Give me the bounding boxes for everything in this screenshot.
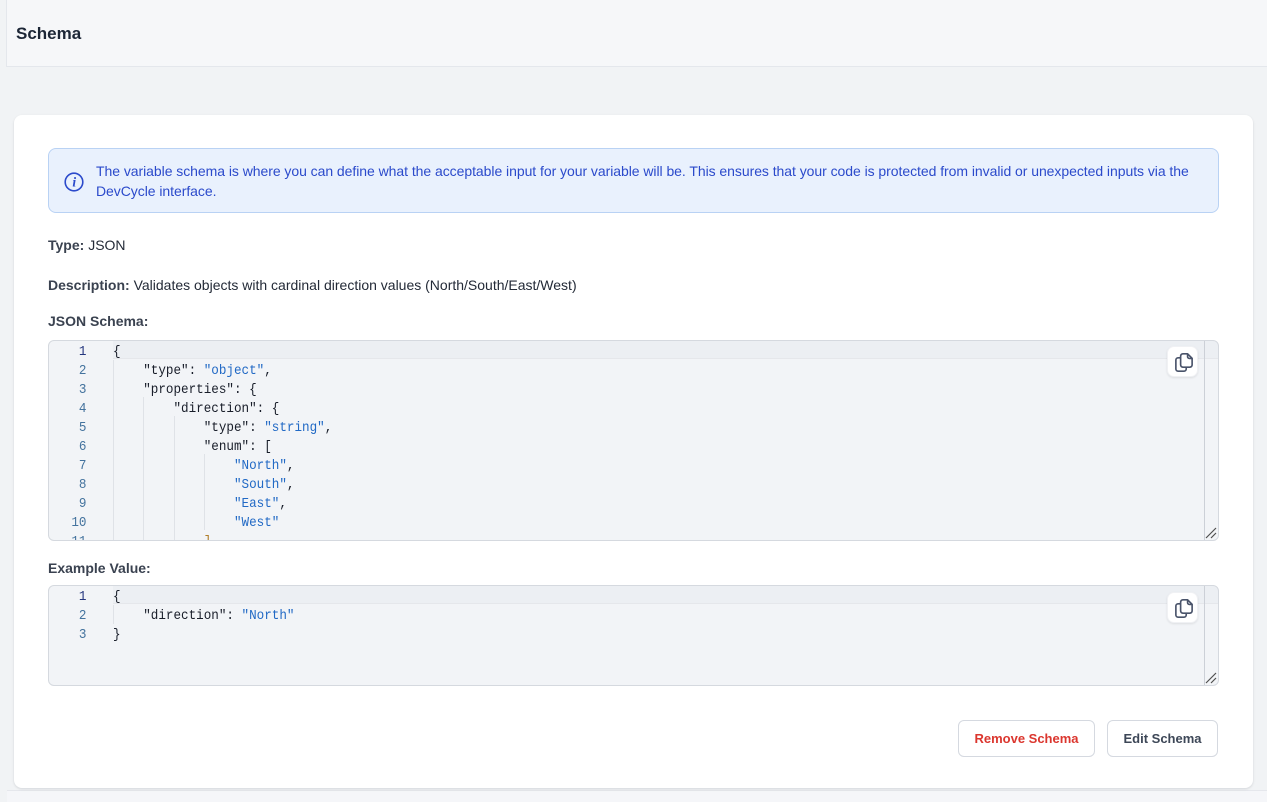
svg-text:i: i xyxy=(72,174,76,189)
